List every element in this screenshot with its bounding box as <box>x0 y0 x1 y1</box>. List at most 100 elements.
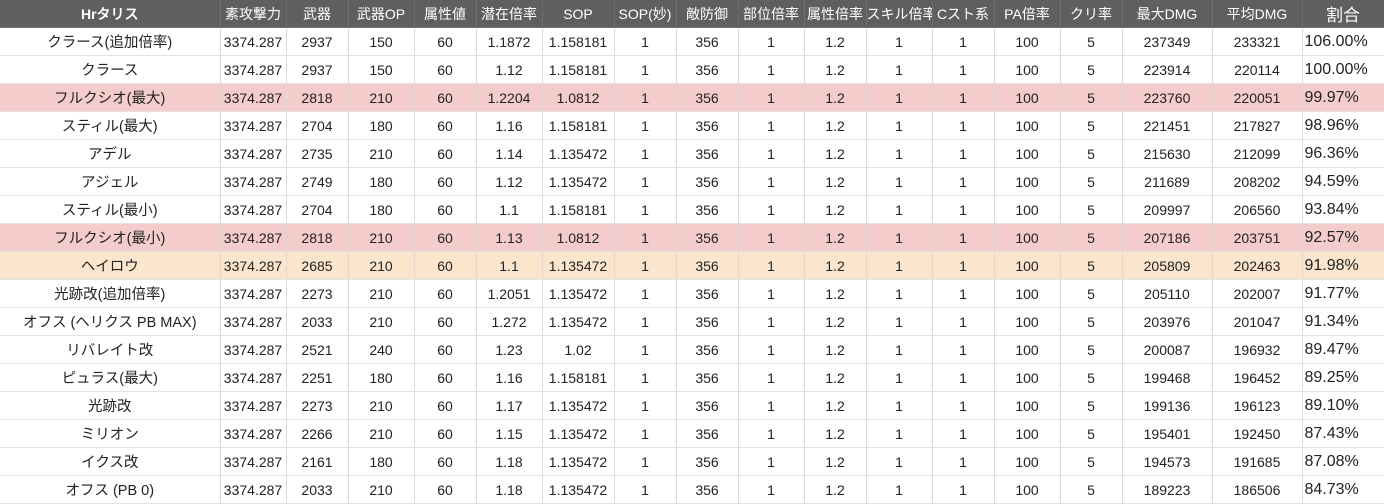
value-cell[interactable]: 3374.287 <box>220 251 287 280</box>
value-cell[interactable]: 5 <box>1060 111 1123 140</box>
value-cell[interactable]: 3374.287 <box>220 55 287 84</box>
value-cell[interactable]: 217827 <box>1212 111 1303 140</box>
value-cell[interactable]: 1.135472 <box>542 391 615 420</box>
value-cell[interactable]: 100 <box>994 419 1061 448</box>
value-cell[interactable]: 199468 <box>1122 363 1213 392</box>
value-cell[interactable]: 5 <box>1060 335 1123 364</box>
value-cell[interactable]: 1.0812 <box>542 83 615 112</box>
value-cell[interactable]: 5 <box>1060 139 1123 168</box>
value-cell[interactable]: 201047 <box>1212 307 1303 336</box>
value-cell[interactable]: 192450 <box>1212 419 1303 448</box>
value-cell[interactable]: 199136 <box>1122 391 1213 420</box>
value-cell[interactable]: 1.135472 <box>542 475 615 504</box>
value-cell[interactable]: 1 <box>614 223 677 252</box>
weapon-name-cell[interactable]: オフス (ヘリクス PB MAX) <box>0 307 221 336</box>
value-cell[interactable]: 100 <box>994 111 1061 140</box>
value-cell[interactable]: 1 <box>866 251 933 280</box>
value-cell[interactable]: 100 <box>994 307 1061 336</box>
value-cell[interactable]: 1.2 <box>804 335 867 364</box>
ratio-cell[interactable]: 84.73% <box>1302 475 1384 504</box>
header-cell[interactable]: 武器 <box>286 0 349 28</box>
value-cell[interactable]: 60 <box>414 475 477 504</box>
value-cell[interactable]: 1 <box>866 111 933 140</box>
weapon-name-cell[interactable]: ピュラス(最大) <box>0 363 221 392</box>
value-cell[interactable]: 180 <box>348 167 415 196</box>
value-cell[interactable]: 223760 <box>1122 83 1213 112</box>
value-cell[interactable]: 206560 <box>1212 195 1303 224</box>
value-cell[interactable]: 223914 <box>1122 55 1213 84</box>
value-cell[interactable]: 3374.287 <box>220 83 287 112</box>
value-cell[interactable]: 356 <box>676 447 739 476</box>
value-cell[interactable]: 1 <box>614 83 677 112</box>
value-cell[interactable]: 210 <box>348 223 415 252</box>
value-cell[interactable]: 1 <box>614 167 677 196</box>
value-cell[interactable]: 1.135472 <box>542 167 615 196</box>
value-cell[interactable]: 180 <box>348 111 415 140</box>
header-cell[interactable]: 武器OP <box>348 0 415 28</box>
value-cell[interactable]: 208202 <box>1212 167 1303 196</box>
value-cell[interactable]: 60 <box>414 363 477 392</box>
value-cell[interactable]: 1 <box>932 335 995 364</box>
header-cell[interactable]: 最大DMG <box>1122 0 1213 28</box>
value-cell[interactable]: 2704 <box>286 111 349 140</box>
value-cell[interactable]: 2033 <box>286 307 349 336</box>
value-cell[interactable]: 1.2 <box>804 475 867 504</box>
value-cell[interactable]: 5 <box>1060 167 1123 196</box>
ratio-cell[interactable]: 89.47% <box>1302 335 1384 364</box>
ratio-cell[interactable]: 87.43% <box>1302 419 1384 448</box>
value-cell[interactable]: 1.1 <box>476 195 543 224</box>
value-cell[interactable]: 1.2 <box>804 251 867 280</box>
value-cell[interactable]: 5 <box>1060 55 1123 84</box>
value-cell[interactable]: 1 <box>614 27 677 56</box>
value-cell[interactable]: 1.158181 <box>542 195 615 224</box>
value-cell[interactable]: 180 <box>348 363 415 392</box>
value-cell[interactable]: 3374.287 <box>220 475 287 504</box>
value-cell[interactable]: 1.2 <box>804 419 867 448</box>
value-cell[interactable]: 1 <box>932 55 995 84</box>
value-cell[interactable]: 1.0812 <box>542 223 615 252</box>
value-cell[interactable]: 1.158181 <box>542 111 615 140</box>
value-cell[interactable]: 1 <box>932 27 995 56</box>
ratio-cell[interactable]: 98.96% <box>1302 111 1384 140</box>
value-cell[interactable]: 60 <box>414 419 477 448</box>
value-cell[interactable]: 100 <box>994 447 1061 476</box>
header-cell[interactable]: SOP(妙) <box>614 0 677 28</box>
value-cell[interactable]: 356 <box>676 251 739 280</box>
value-cell[interactable]: 1 <box>614 279 677 308</box>
weapon-name-cell[interactable]: オフス (PB 0) <box>0 475 221 504</box>
value-cell[interactable]: 1.02 <box>542 335 615 364</box>
value-cell[interactable]: 210 <box>348 475 415 504</box>
weapon-name-cell[interactable]: ヘイロウ <box>0 251 221 280</box>
value-cell[interactable]: 1 <box>738 83 805 112</box>
value-cell[interactable]: 2251 <box>286 363 349 392</box>
value-cell[interactable]: 215630 <box>1122 139 1213 168</box>
value-cell[interactable]: 60 <box>414 307 477 336</box>
value-cell[interactable]: 1 <box>866 335 933 364</box>
weapon-name-cell[interactable]: フルクシオ(最小) <box>0 223 221 252</box>
value-cell[interactable]: 100 <box>994 251 1061 280</box>
weapon-name-cell[interactable]: イクス改 <box>0 447 221 476</box>
value-cell[interactable]: 1.2 <box>804 307 867 336</box>
header-cell[interactable]: 潜在倍率 <box>476 0 543 28</box>
value-cell[interactable]: 194573 <box>1122 447 1213 476</box>
value-cell[interactable]: 5 <box>1060 447 1123 476</box>
value-cell[interactable]: 2937 <box>286 55 349 84</box>
value-cell[interactable]: 1 <box>932 363 995 392</box>
value-cell[interactable]: 1 <box>614 139 677 168</box>
ratio-cell[interactable]: 96.36% <box>1302 139 1384 168</box>
value-cell[interactable]: 1 <box>932 195 995 224</box>
header-cell[interactable]: 属性値 <box>414 0 477 28</box>
value-cell[interactable]: 5 <box>1060 419 1123 448</box>
value-cell[interactable]: 1 <box>614 307 677 336</box>
value-cell[interactable]: 1 <box>866 419 933 448</box>
value-cell[interactable]: 203751 <box>1212 223 1303 252</box>
value-cell[interactable]: 1 <box>866 307 933 336</box>
header-cell[interactable]: 平均DMG <box>1212 0 1303 28</box>
value-cell[interactable]: 100 <box>994 195 1061 224</box>
value-cell[interactable]: 1 <box>738 251 805 280</box>
value-cell[interactable]: 60 <box>414 167 477 196</box>
value-cell[interactable]: 1 <box>932 167 995 196</box>
value-cell[interactable]: 5 <box>1060 251 1123 280</box>
value-cell[interactable]: 1 <box>738 223 805 252</box>
value-cell[interactable]: 191685 <box>1212 447 1303 476</box>
